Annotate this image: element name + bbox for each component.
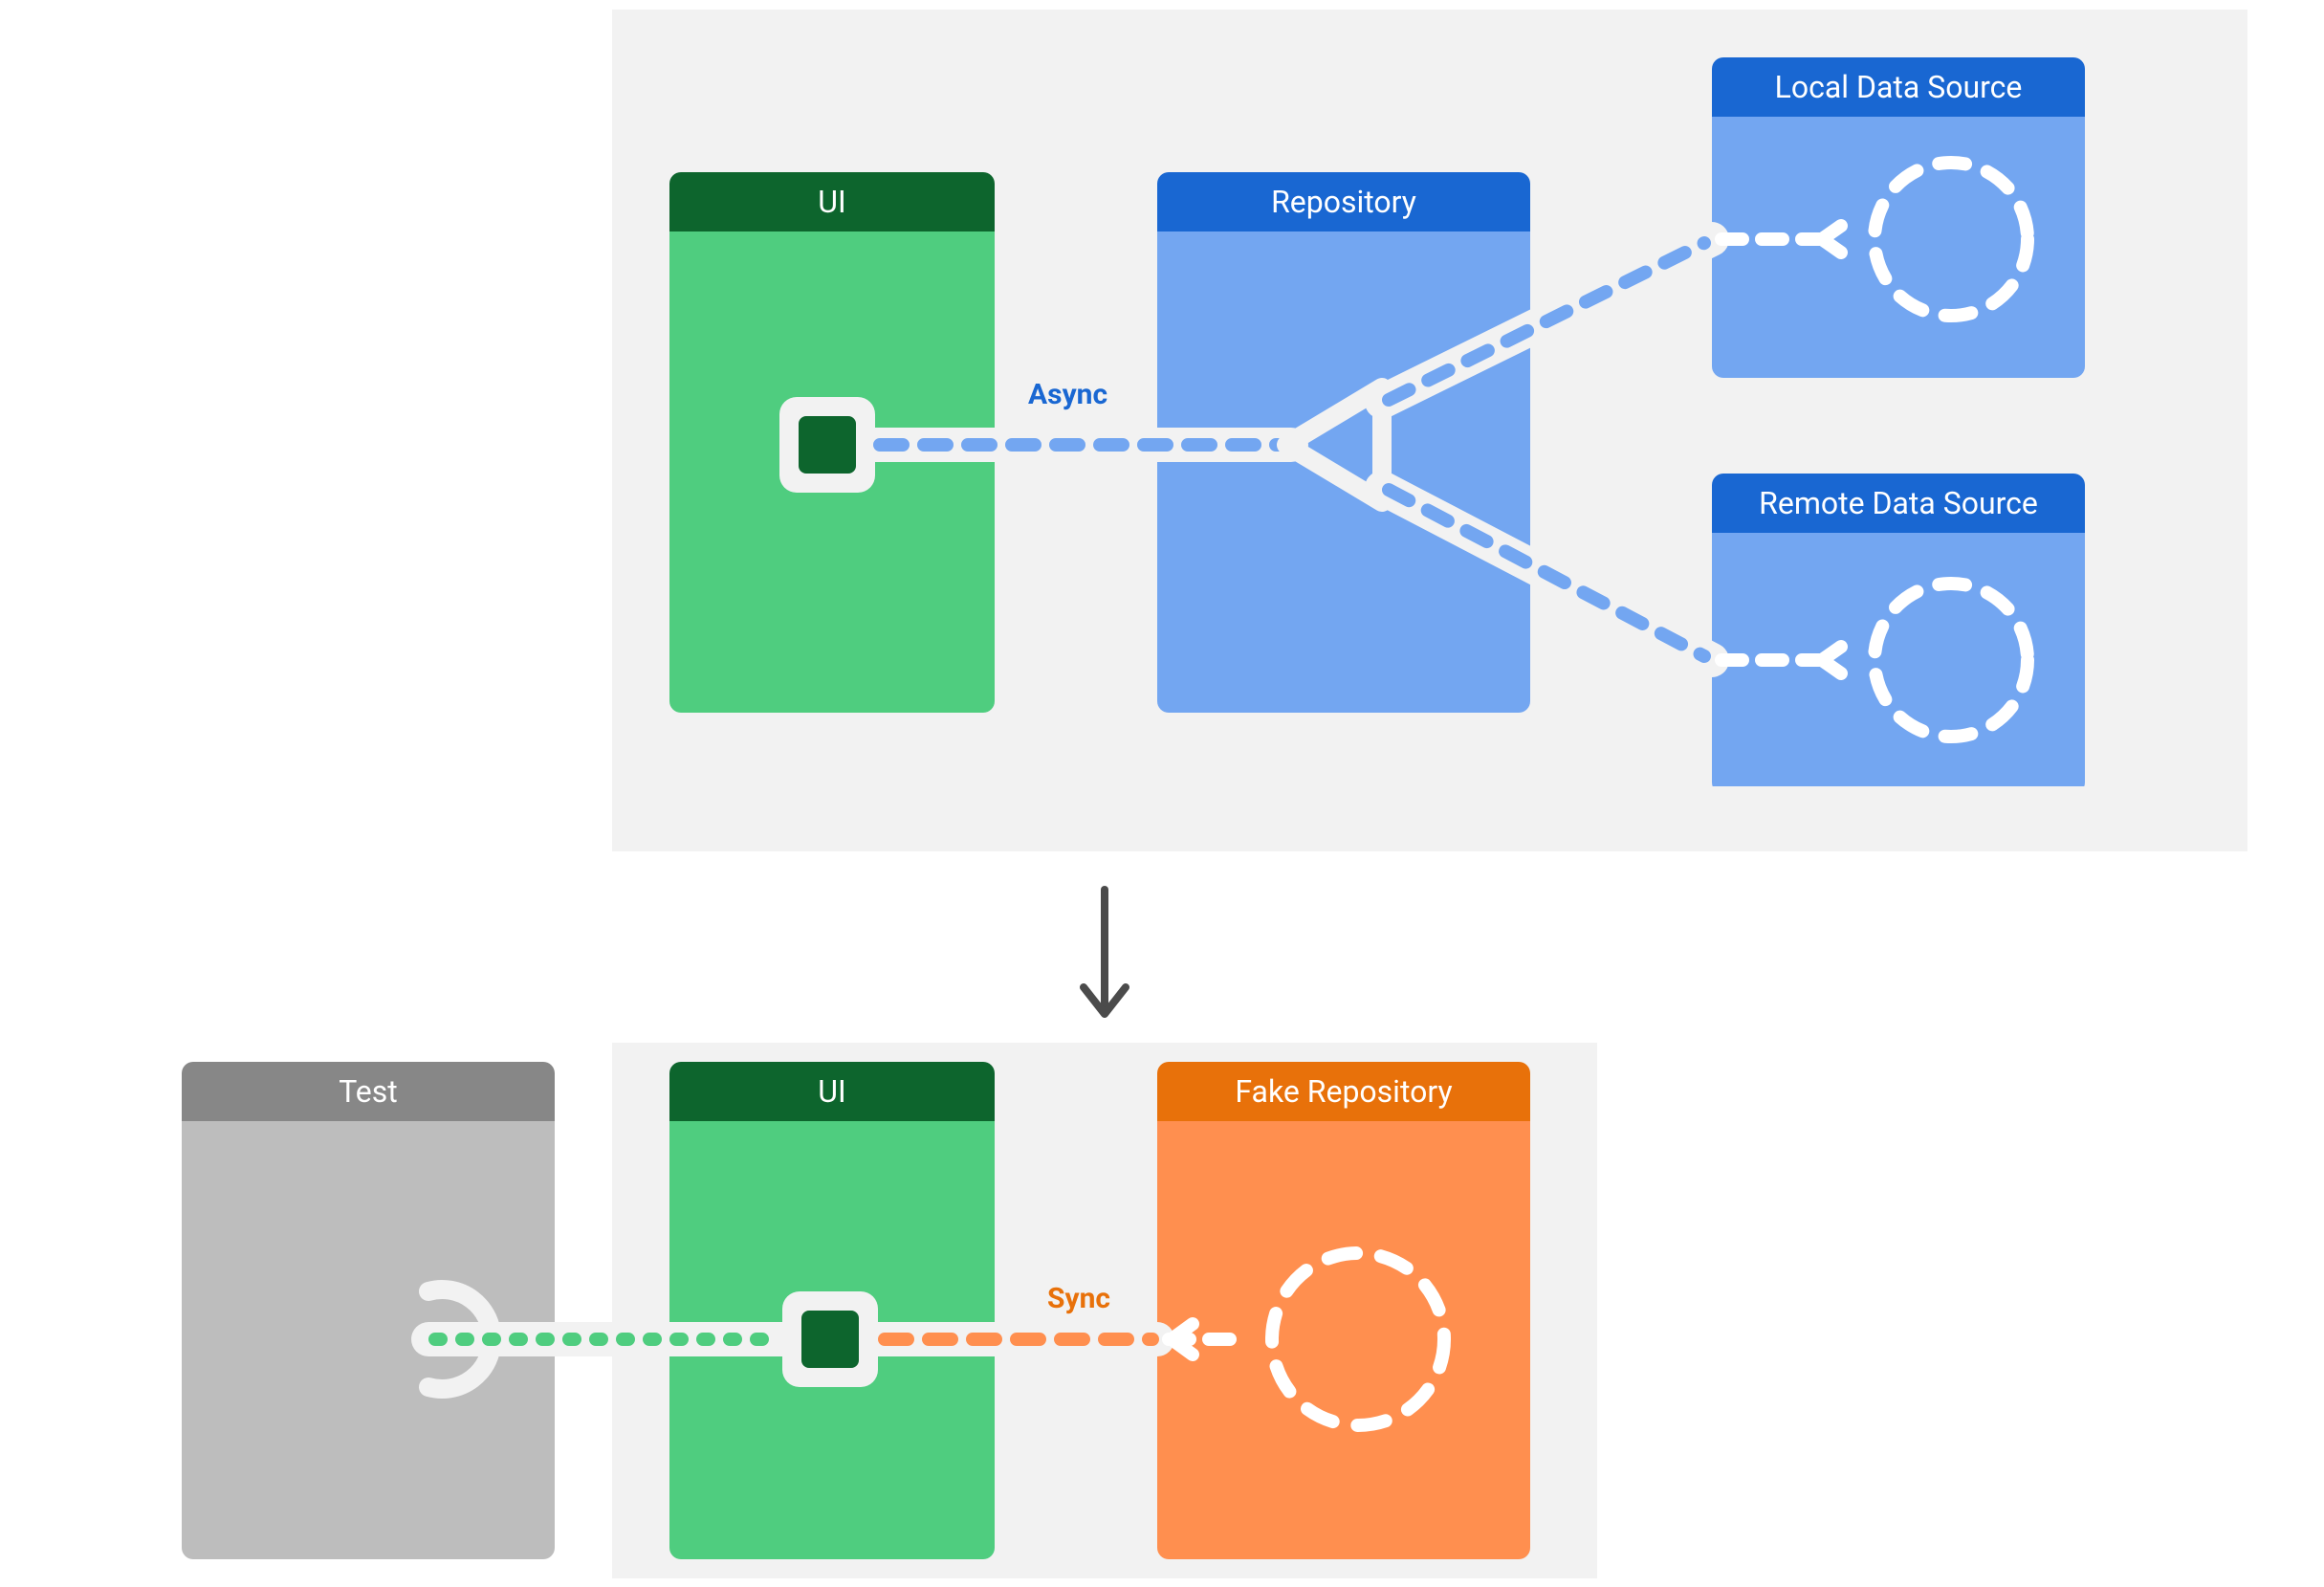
label-async: Async: [1028, 378, 1107, 411]
box-repository-title: Repository: [1157, 172, 1530, 231]
box-ui-top: UI: [669, 172, 995, 713]
transition-arrow: [1084, 890, 1126, 1014]
box-fake-repository: Fake Repository: [1157, 1062, 1530, 1559]
label-sync: Sync: [1047, 1282, 1110, 1315]
box-test-title: Test: [182, 1062, 555, 1121]
box-test: Test: [182, 1062, 555, 1559]
box-local-title: Local Data Source: [1712, 57, 2085, 117]
box-remote-data-source: Remote Data Source: [1712, 474, 2085, 794]
box-fake-repo-title: Fake Repository: [1157, 1062, 1530, 1121]
box-ui-bottom: UI: [669, 1062, 995, 1559]
box-repository: Repository: [1157, 172, 1530, 713]
box-remote-title: Remote Data Source: [1712, 474, 2085, 533]
box-local-data-source: Local Data Source: [1712, 57, 2085, 378]
box-ui-bottom-title: UI: [669, 1062, 995, 1121]
architecture-diagram: UI Repository Local Data Source Remote D…: [0, 0, 2324, 1587]
box-ui-top-title: UI: [669, 172, 995, 231]
